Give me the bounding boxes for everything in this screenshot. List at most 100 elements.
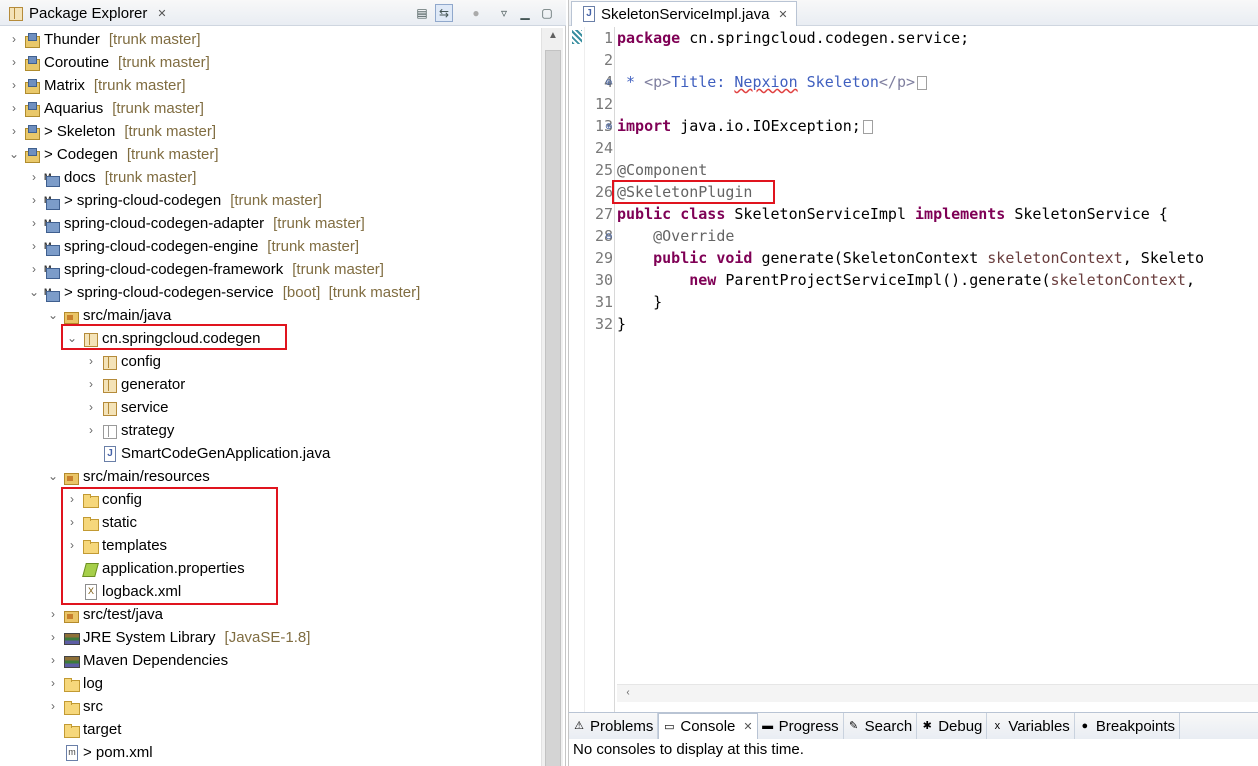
chevron-right-icon[interactable]: › bbox=[8, 51, 20, 74]
chevron-right-icon[interactable]: › bbox=[47, 695, 59, 718]
tree-item-decoration: [trunk master] bbox=[126, 146, 219, 163]
tree-item[interactable]: target bbox=[47, 718, 121, 741]
line-number: 32 bbox=[594, 315, 613, 333]
tree-item[interactable]: SmartCodeGenApplication.java bbox=[85, 442, 330, 465]
chevron-down-icon[interactable]: ⌄ bbox=[8, 143, 20, 166]
chevron-right-icon[interactable]: › bbox=[85, 419, 97, 442]
chevron-right-icon[interactable]: › bbox=[47, 649, 59, 672]
tree-item-decoration: [trunk master] bbox=[108, 31, 201, 48]
tree-item-decoration: [trunk master] bbox=[104, 169, 197, 186]
chevron-right-icon[interactable]: › bbox=[28, 166, 40, 189]
editor-tab-skeletonserviceimpl[interactable]: SkeletonServiceImpl.java ✕ bbox=[571, 1, 797, 26]
tree-item[interactable]: > pom.xml bbox=[47, 741, 153, 764]
close-icon[interactable]: ✕ bbox=[743, 720, 752, 733]
close-icon[interactable]: ✕ bbox=[778, 8, 787, 21]
view-menu-icon[interactable]: ▿ bbox=[495, 4, 513, 22]
code-line-30: new ParentProjectServiceImpl().generate(… bbox=[689, 271, 1195, 289]
tab-variables[interactable]: x Variables bbox=[987, 713, 1075, 739]
expand-fold-icon[interactable]: ⊕ bbox=[605, 115, 613, 137]
maven-module-icon bbox=[44, 281, 60, 304]
tree-item[interactable]: › > Skeleton [trunk master] bbox=[8, 120, 216, 143]
tree-vertical-scrollbar[interactable]: ▲ bbox=[541, 28, 563, 766]
tree-scrollbar-thumb[interactable] bbox=[545, 50, 561, 766]
minimize-icon[interactable]: ▁ bbox=[516, 4, 534, 22]
tree-item[interactable]: › spring-cloud-codegen-engine [trunk maste… bbox=[28, 235, 359, 258]
editor-horizontal-scrollbar[interactable]: ‹ bbox=[617, 684, 1258, 702]
tab-progress[interactable]: ▬ Progress bbox=[758, 713, 844, 739]
tree-item[interactable]: › src bbox=[47, 695, 103, 718]
tab-breakpoints[interactable]: ● Breakpoints bbox=[1075, 713, 1181, 739]
chevron-right-icon[interactable]: › bbox=[85, 396, 97, 419]
chevron-right-icon[interactable]: › bbox=[8, 74, 20, 97]
tree-item[interactable]: › JRE System Library [JavaSE-1.8] bbox=[47, 626, 310, 649]
maximize-icon[interactable]: ▢ bbox=[538, 4, 556, 22]
tree-item[interactable]: › Coroutine [trunk master] bbox=[8, 51, 210, 74]
collapse-all-icon[interactable]: ▤ bbox=[413, 4, 431, 22]
chevron-right-icon[interactable]: › bbox=[47, 603, 59, 626]
code-area[interactable]: package cn.springcloud.codegen.service; … bbox=[617, 27, 1258, 682]
chevron-right-icon[interactable]: › bbox=[28, 212, 40, 235]
package-explorer-tab[interactable]: Package Explorer ✕ bbox=[1, 1, 173, 25]
tab-debug[interactable]: ✱ Debug bbox=[917, 713, 988, 739]
scroll-up-icon[interactable]: ▲ bbox=[542, 30, 564, 41]
scroll-left-icon[interactable]: ‹ bbox=[617, 687, 639, 698]
close-icon[interactable]: ✕ bbox=[157, 7, 166, 20]
chevron-right-icon[interactable]: › bbox=[28, 235, 40, 258]
chevron-right-icon[interactable]: › bbox=[8, 28, 20, 51]
source-folder-icon bbox=[63, 607, 79, 623]
focus-active-task-icon[interactable]: ● bbox=[467, 4, 485, 22]
tree-item-label: service bbox=[121, 399, 169, 416]
tree-item-label: Thunder bbox=[44, 31, 100, 48]
tree-item[interactable]: › > spring-cloud-codegen [trunk master] bbox=[28, 189, 322, 212]
chevron-right-icon[interactable]: › bbox=[85, 350, 97, 373]
tree-item[interactable]: ⌄ src/main/resources bbox=[47, 465, 210, 488]
console-message: No consoles to display at this time. bbox=[573, 741, 804, 758]
tree-item[interactable]: › log bbox=[47, 672, 103, 695]
chevron-right-icon[interactable]: › bbox=[47, 626, 59, 649]
link-with-editor-icon[interactable]: ⇆ bbox=[435, 4, 453, 22]
editor-tab-title: SkeletonServiceImpl.java bbox=[601, 5, 770, 23]
tree-item[interactable]: › Thunder [trunk master] bbox=[8, 28, 201, 51]
tree-item[interactable]: › Matrix [trunk master] bbox=[8, 74, 186, 97]
tree-item[interactable]: › strategy bbox=[85, 419, 174, 442]
chevron-right-icon[interactable]: › bbox=[47, 672, 59, 695]
chevron-right-icon[interactable]: › bbox=[28, 189, 40, 212]
chevron-right-icon[interactable]: › bbox=[28, 258, 40, 281]
tree-item[interactable]: › Aquarius [trunk master] bbox=[8, 97, 204, 120]
tree-item[interactable]: › src/test/java bbox=[47, 603, 163, 626]
chevron-down-icon[interactable]: ⌄ bbox=[28, 281, 40, 304]
tree-item[interactable]: › Maven Dependencies bbox=[47, 649, 228, 672]
tab-search[interactable]: ✎ Search bbox=[844, 713, 918, 739]
tree-item-label: > pom.xml bbox=[83, 744, 153, 761]
tree-item[interactable]: › generator bbox=[85, 373, 185, 396]
code-line-32: } bbox=[617, 315, 627, 333]
line-number: 31 bbox=[594, 293, 613, 311]
chevron-down-icon[interactable]: ⌄ bbox=[47, 304, 59, 327]
code-line-13: import java.io.IOException; bbox=[617, 115, 873, 137]
folded-code-icon[interactable] bbox=[862, 119, 873, 134]
chevron-right-icon[interactable]: › bbox=[8, 120, 20, 143]
tree-item-decoration: [trunk master] bbox=[118, 54, 210, 71]
expand-fold-icon[interactable]: ⊕ bbox=[605, 71, 613, 93]
tree-item-decoration: [trunk master] bbox=[267, 238, 359, 255]
tree-item[interactable]: › service bbox=[85, 396, 169, 419]
chevron-right-icon[interactable]: › bbox=[85, 373, 97, 396]
tree-item[interactable]: › config bbox=[85, 350, 161, 373]
tab-console[interactable]: ▭ Console ✕ bbox=[658, 713, 758, 739]
chevron-right-icon[interactable]: › bbox=[8, 97, 20, 120]
project-tree: › Thunder [trunk master] › Coroutine [trunk m… bbox=[0, 28, 541, 766]
tree-item[interactable]: › spring-cloud-codegen-framework [trunk ma… bbox=[28, 258, 384, 281]
tree-item-label: strategy bbox=[121, 422, 175, 439]
tree-item[interactable]: › spring-cloud-codegen-adapter [trunk mast… bbox=[28, 212, 365, 235]
tree-item[interactable]: › docs [trunk master] bbox=[28, 166, 196, 189]
collapse-fold-icon[interactable]: ⊖ bbox=[605, 225, 613, 247]
tree-item[interactable]: ⌄ > spring-cloud-codegen-service [boot] [t… bbox=[28, 281, 420, 304]
tree-item[interactable]: ⌄ > Codegen [trunk master] bbox=[8, 143, 219, 166]
line-number: 24 bbox=[594, 139, 613, 157]
source-folder-icon bbox=[63, 308, 79, 324]
chevron-down-icon[interactable]: ⌄ bbox=[47, 465, 59, 488]
editor-tab-bar: SkeletonServiceImpl.java ✕ bbox=[569, 0, 1258, 26]
tab-problems[interactable]: ⚠ Problems bbox=[569, 713, 659, 739]
folded-code-icon[interactable] bbox=[917, 75, 928, 90]
problems-icon: ⚠ bbox=[574, 720, 584, 732]
